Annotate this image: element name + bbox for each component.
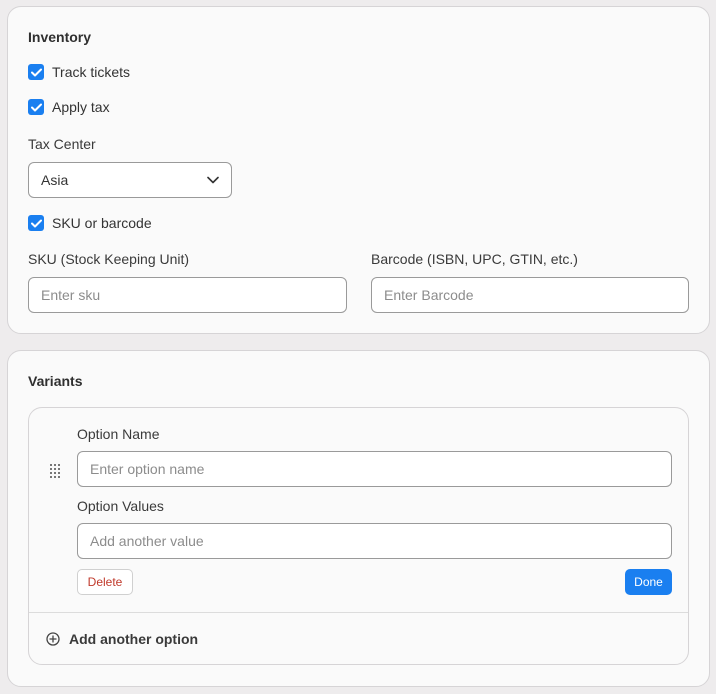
divider bbox=[29, 612, 688, 613]
inventory-card: Inventory Track tickets Apply tax Tax Ce… bbox=[7, 6, 710, 334]
track-tickets-checkbox[interactable] bbox=[28, 64, 44, 80]
apply-tax-row[interactable]: Apply tax bbox=[28, 98, 110, 116]
sku-or-barcode-label: SKU or barcode bbox=[52, 215, 152, 231]
track-tickets-row[interactable]: Track tickets bbox=[28, 63, 130, 81]
add-another-option-label: Add another option bbox=[69, 631, 199, 647]
option-editor: Option Name Option Values Delete Done Ad… bbox=[28, 407, 689, 665]
add-another-option-button[interactable]: Add another option bbox=[46, 630, 198, 648]
checkmark-icon bbox=[30, 103, 42, 111]
tax-center-select[interactable]: Asia bbox=[28, 162, 232, 198]
checkmark-icon bbox=[30, 68, 42, 76]
option-values-input[interactable] bbox=[77, 523, 672, 559]
variants-title: Variants bbox=[28, 373, 83, 389]
sku-label: SKU (Stock Keeping Unit) bbox=[28, 251, 190, 267]
inventory-title: Inventory bbox=[28, 29, 92, 45]
drag-handle-icon[interactable] bbox=[50, 464, 60, 478]
tax-center-value: Asia bbox=[41, 172, 69, 188]
track-tickets-label: Track tickets bbox=[52, 64, 131, 80]
tax-center-label: Tax Center bbox=[28, 136, 96, 152]
done-button[interactable]: Done bbox=[625, 569, 672, 595]
option-values-label: Option Values bbox=[77, 498, 164, 514]
variants-card: Variants Option Name Option Values Delet… bbox=[7, 350, 710, 687]
barcode-label: Barcode (ISBN, UPC, GTIN, etc.) bbox=[371, 251, 578, 267]
apply-tax-label: Apply tax bbox=[52, 99, 110, 115]
apply-tax-checkbox[interactable] bbox=[28, 99, 44, 115]
sku-or-barcode-checkbox[interactable] bbox=[28, 215, 44, 231]
sku-or-barcode-row[interactable]: SKU or barcode bbox=[28, 214, 152, 232]
option-name-label: Option Name bbox=[77, 426, 160, 442]
sku-input[interactable] bbox=[28, 277, 347, 313]
plus-circle-icon bbox=[46, 632, 60, 646]
barcode-input[interactable] bbox=[371, 277, 689, 313]
checkmark-icon bbox=[30, 219, 42, 227]
chevron-down-icon bbox=[207, 176, 219, 184]
option-name-input[interactable] bbox=[77, 451, 672, 487]
delete-button[interactable]: Delete bbox=[77, 569, 133, 595]
